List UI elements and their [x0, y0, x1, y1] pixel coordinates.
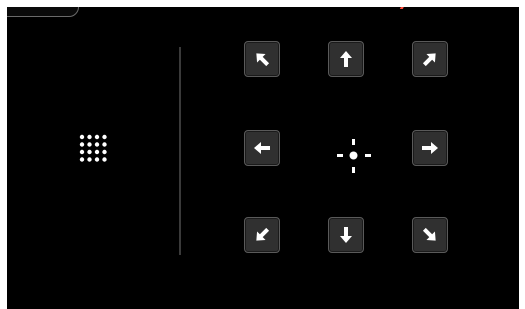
pan-left-button[interactable]	[244, 130, 280, 166]
arrow-down-right-icon	[421, 226, 439, 244]
pan-control-panel	[7, 7, 519, 309]
arrow-left-icon	[253, 139, 271, 157]
arrow-up-left-icon	[253, 50, 271, 68]
pan-right-button[interactable]	[412, 130, 448, 166]
divider	[179, 47, 181, 255]
crosshair-icon	[334, 136, 374, 176]
pan-down-right-button[interactable]	[412, 217, 448, 253]
pan-up-right-button[interactable]	[412, 41, 448, 77]
arrow-right-icon	[421, 139, 439, 157]
arrow-up-icon	[337, 50, 355, 68]
pan-down-button[interactable]	[328, 217, 364, 253]
pan-up-button[interactable]	[328, 41, 364, 77]
dot-grid-icon[interactable]	[79, 134, 115, 170]
arrow-up-right-icon	[421, 50, 439, 68]
screenshot-frame	[0, 0, 525, 309]
pan-up-left-button[interactable]	[244, 41, 280, 77]
arrow-down-icon	[337, 226, 355, 244]
accent-mark	[399, 7, 406, 9]
pan-down-left-button[interactable]	[244, 217, 280, 253]
window-tab[interactable]	[7, 7, 79, 17]
arrow-down-left-icon	[253, 226, 271, 244]
